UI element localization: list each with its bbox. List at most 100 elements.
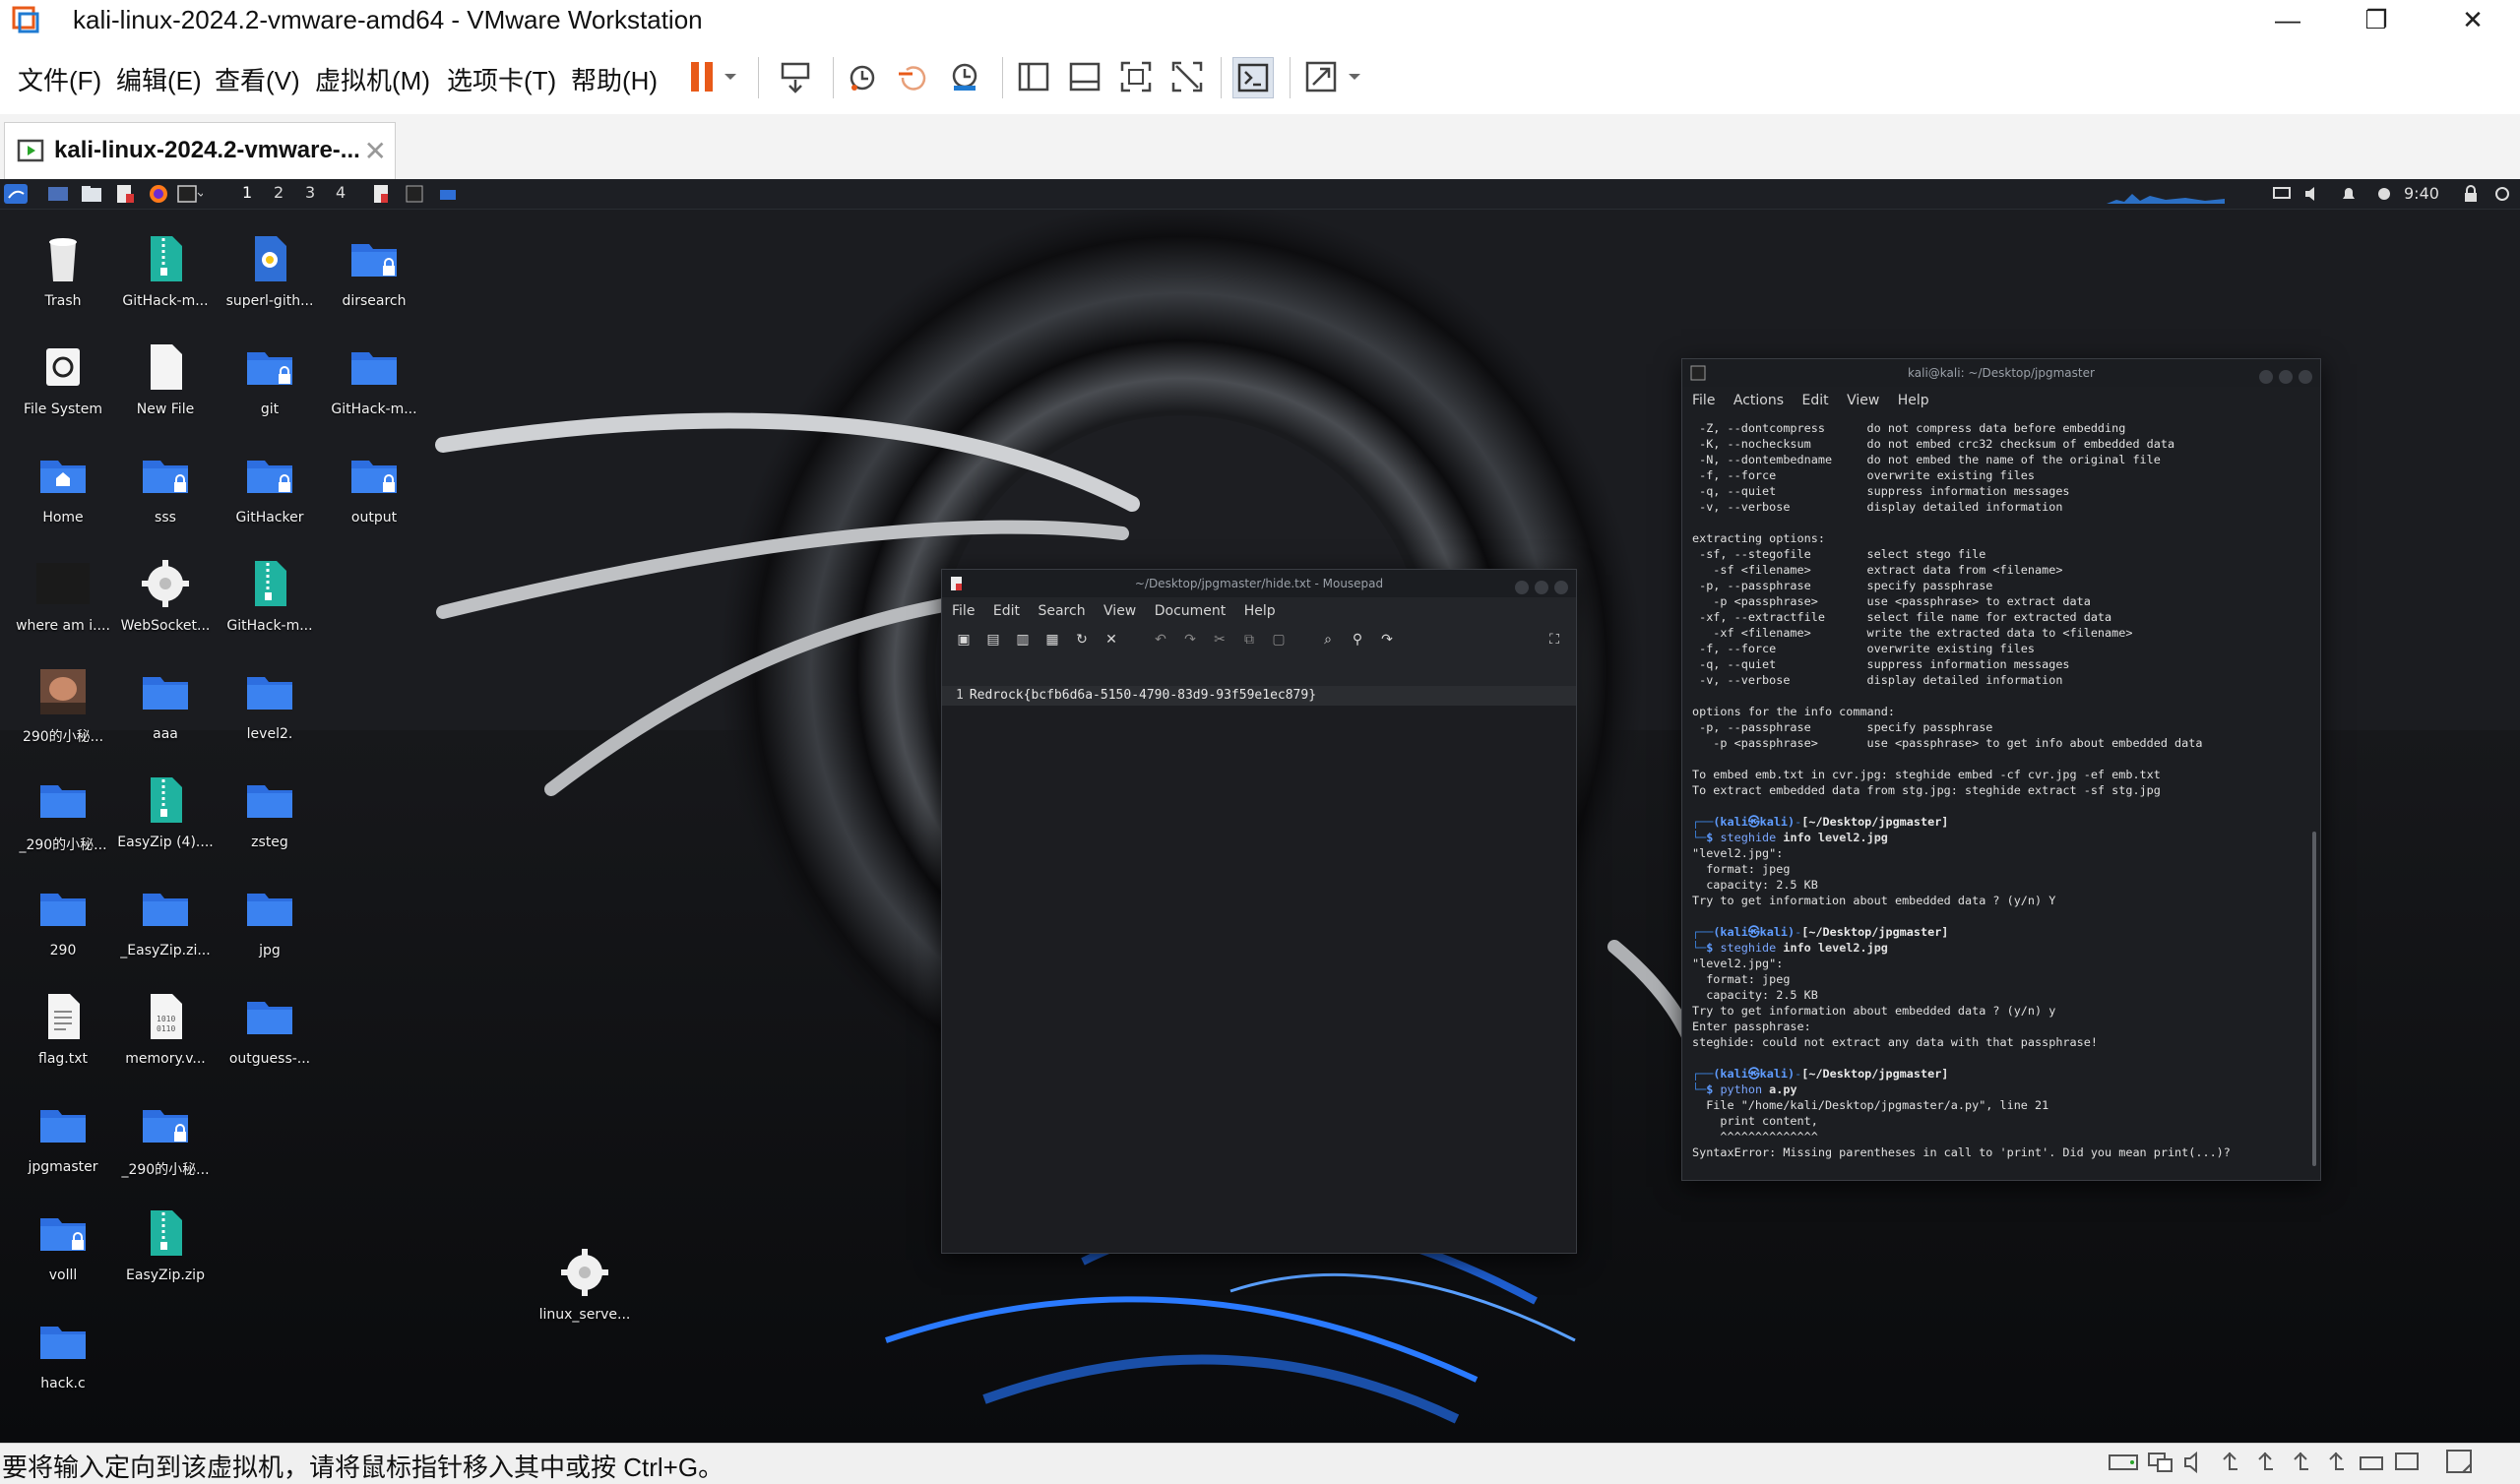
desktop-icon[interactable]: 1010 0110 memory.v... [114,988,217,1067]
desktop-icon[interactable]: GitHack-m... [114,230,217,309]
menu-file[interactable]: 文件(F) [18,61,101,97]
menu-vm[interactable]: 虚拟机(M) [315,61,430,97]
desktop-icon[interactable]: File System [12,339,114,417]
menu-tabs[interactable]: 选项卡(T) [447,61,556,97]
window-controls[interactable] [1509,577,1568,604]
mousepad-menu-search[interactable]: Search [1038,603,1085,619]
desktop-icon[interactable]: zsteg [219,772,321,850]
show-desktop-icon[interactable] [47,184,69,204]
workspace-4[interactable]: 4 [336,183,346,202]
firefox-icon[interactable] [148,184,169,204]
lock-screen-icon[interactable] [2461,184,2481,204]
close-tab-icon[interactable]: ✕ [364,135,387,167]
terminal-task-icon[interactable] [406,184,423,204]
display-device-icon[interactable] [2392,1450,2422,1475]
revert-snapshot-icon[interactable] [894,57,933,96]
mousepad-menu-document[interactable]: Document [1155,603,1227,619]
file-manager-icon[interactable] [81,184,102,204]
workspace-2[interactable]: 2 [274,183,284,202]
vm-tab[interactable]: kali-linux-2024.2-vmware-... ✕ [4,122,396,180]
workspace-1[interactable]: 1 [242,183,252,202]
menu-view[interactable]: 查看(V) [215,61,300,97]
new-file-icon[interactable]: ▣ [956,631,972,647]
mousepad-editor[interactable]: 1 Redrock{bcfb6d6a-5150-4790-83d9-93f59e1… [942,686,1576,1253]
desktop-icon[interactable]: dirsearch [323,230,425,309]
mousepad-menu-edit[interactable]: Edit [993,603,1020,619]
maximize-button[interactable]: ❐ [2333,0,2420,39]
desktop-icon[interactable]: WebSocket... [114,555,217,634]
sound-icon[interactable] [2181,1450,2211,1475]
terminal-scrollbar[interactable] [2312,832,2316,1166]
snapshot-manager-icon[interactable] [945,57,984,96]
cut-icon[interactable]: ✂ [1212,631,1228,647]
unity-mode-icon[interactable] [1167,57,1207,96]
desktop-icon[interactable]: output [323,447,425,526]
stretch-guest-icon[interactable] [1301,57,1341,96]
desktop-icon[interactable]: level2. [219,663,321,742]
desktop-icon[interactable]: hack.c [12,1313,114,1391]
desktop-icon[interactable]: outguess-... [219,988,321,1067]
desktop-icon[interactable]: _EasyZip.zi... [114,880,217,958]
desktop-icon[interactable]: linux_serve... [534,1244,636,1323]
mousepad-menu-view[interactable]: View [1103,603,1136,619]
open-file-icon[interactable]: ▤ [985,631,1001,647]
desktop-icon[interactable]: GitHack-m... [323,339,425,417]
desktop-icon[interactable]: git [219,339,321,417]
fullscreen-toggle-icon[interactable]: ⛶ [1546,631,1562,647]
save-icon[interactable]: ▥ [1015,631,1031,647]
workspace-3[interactable]: 3 [305,183,315,202]
find-icon[interactable]: ⌕ [1320,631,1336,647]
chevron-down-icon[interactable] [1343,57,1366,96]
message-log-icon[interactable] [2443,1448,2477,1477]
find-replace-icon[interactable]: ⚲ [1350,631,1365,647]
usb-icon[interactable] [2250,1450,2280,1475]
minimize-button[interactable]: — [2244,0,2331,39]
mousepad-menu-file[interactable]: File [952,603,975,619]
volume-icon[interactable] [2303,184,2323,204]
kali-menu-icon[interactable] [4,184,28,204]
folder-task-icon[interactable] [439,184,457,204]
console-view-icon[interactable] [1232,57,1274,98]
redo-icon[interactable]: ↷ [1182,631,1198,647]
copy-icon[interactable]: ⧉ [1241,631,1257,647]
menu-edit[interactable]: 编辑(E) [116,61,202,97]
guest-display[interactable]: 1 2 3 4 9:40 Trash GitHack-m... superl-git… [0,179,2520,1443]
power-status-icon[interactable] [2374,184,2394,204]
terminal-menu-edit[interactable]: Edit [1801,393,1828,408]
paste-icon[interactable]: ▢ [1271,631,1287,647]
usb-icon[interactable] [2286,1450,2315,1475]
desktop-icon[interactable]: aaa [114,663,217,742]
desktop-icon[interactable]: jpg [219,880,321,958]
desktop-icon[interactable]: 290 [12,880,114,958]
desktop-icon[interactable]: flag.txt [12,988,114,1067]
desktop-icon[interactable]: 290的小秘... [12,663,114,746]
terminal-menu-actions[interactable]: Actions [1733,393,1784,408]
desktop-icon[interactable]: EasyZip.zip [114,1205,217,1283]
snapshot-icon[interactable] [843,57,882,96]
desktop-icon[interactable]: where am i.... [12,555,114,634]
logout-icon[interactable] [2492,184,2512,204]
desktop-icon[interactable]: sss [114,447,217,526]
desktop-icon[interactable]: _290的小秘... [114,1096,217,1179]
terminal-menu-view[interactable]: View [1847,393,1879,408]
network-icon[interactable] [2146,1450,2175,1475]
terminal-output[interactable]: -Z, --dontcompress do not compress data … [1692,420,2310,1174]
reload-icon[interactable]: ↻ [1074,631,1090,647]
desktop-icon[interactable]: EasyZip (4).... [114,772,217,850]
desktop-icon[interactable]: Trash [12,230,114,309]
terminal-menu-file[interactable]: File [1692,393,1715,408]
desktop-icon[interactable]: GitHack-m... [219,555,321,634]
terminal-window[interactable]: kali@kali: ~/Desktop/jpgmaster File Acti… [1681,358,2321,1181]
full-screen-icon[interactable] [1116,57,1156,96]
chevron-down-icon[interactable] [719,57,742,96]
menu-help[interactable]: 帮助(H) [571,61,658,97]
save-as-icon[interactable]: ▦ [1044,631,1060,647]
terminal-launcher-icon[interactable] [177,184,203,204]
thumbnail-bar-icon[interactable] [1065,57,1104,96]
desktop-icon[interactable]: _290的小秘... [12,772,114,854]
terminal-menu-help[interactable]: Help [1898,393,1929,408]
notification-bell-icon[interactable] [2339,184,2359,204]
usb-icon[interactable] [2321,1450,2351,1475]
desktop-icon[interactable]: Home [12,447,114,526]
mousepad-window[interactable]: ~/Desktop/jpgmaster/hide.txt - Mousepad … [941,569,1577,1254]
